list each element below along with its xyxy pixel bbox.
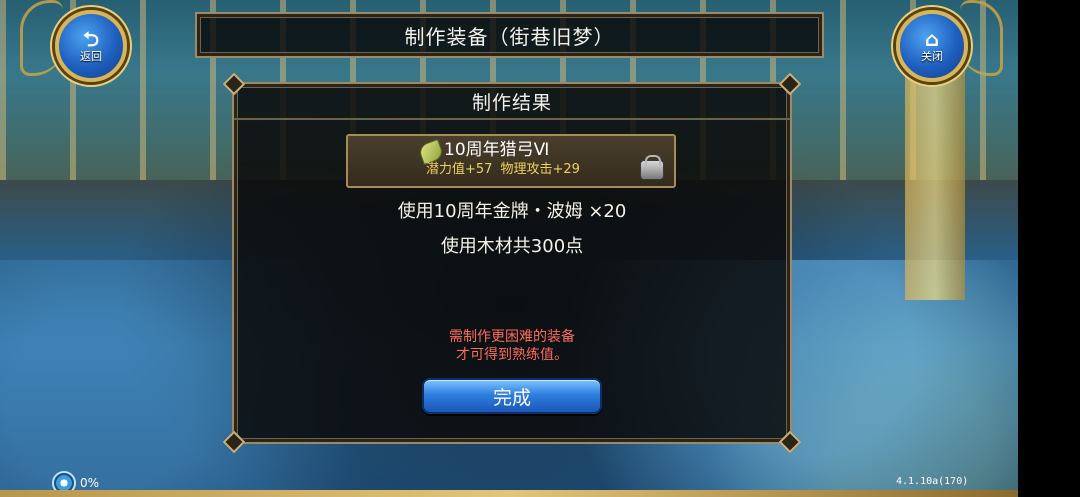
proficiency-hint: 需制作更困难的装备 才可得到熟练值。	[234, 328, 790, 364]
item-stat-attack: 物理攻击+29	[500, 162, 580, 177]
material-usage-wood: 使用木材共300点	[440, 236, 584, 257]
done-button[interactable]: 完成	[422, 378, 602, 414]
back-button-label: 返回	[80, 50, 102, 63]
status-percent: 0%	[80, 476, 100, 490]
panel-header: 制作结果	[234, 84, 790, 120]
item-name: 10周年猎弓Ⅵ	[444, 140, 550, 160]
back-button[interactable]: ⮌ 返回	[55, 10, 127, 82]
page-title: 制作装备（街巷旧梦）	[404, 24, 615, 49]
hint-line-2: 才可得到熟练值。	[456, 347, 568, 363]
home-icon: ⌂	[924, 27, 940, 51]
version-label: 4.1.10a(170)	[896, 476, 969, 487]
panel-title: 制作结果	[471, 91, 552, 114]
bottom-gold-bar	[0, 490, 1018, 497]
close-button[interactable]: ⌂ 关闭	[896, 10, 968, 82]
craft-result-panel: 制作结果 10周年猎弓Ⅵ 潜力值+57 物理攻击+29 使用10周年金牌・波姆 ×…	[222, 72, 802, 454]
return-arrow-icon: ⮌	[82, 27, 100, 51]
item-stats: 潜力值+57 物理攻击+29	[426, 161, 580, 179]
done-button-label: 完成	[492, 386, 531, 409]
material-usage-medal: 使用10周年金牌・波姆 ×20	[397, 201, 627, 222]
crafted-item-card[interactable]: 10周年猎弓Ⅵ 潜力值+57 物理攻击+29	[346, 134, 676, 188]
screen-letterbox	[1018, 0, 1080, 497]
window-title-bar: 制作装备（街巷旧梦）	[195, 12, 824, 58]
game-scene-background: ⮌ 返回 ⌂ 关闭 制作装备（街巷旧梦） 制作结果 10周年猎弓Ⅵ 潜力值+57…	[0, 0, 1018, 497]
anvil-icon	[640, 155, 664, 180]
hint-line-1: 需制作更困难的装备	[449, 329, 575, 345]
close-button-label: 关闭	[921, 50, 943, 63]
item-stat-potential: 潜力值+57	[426, 162, 493, 177]
